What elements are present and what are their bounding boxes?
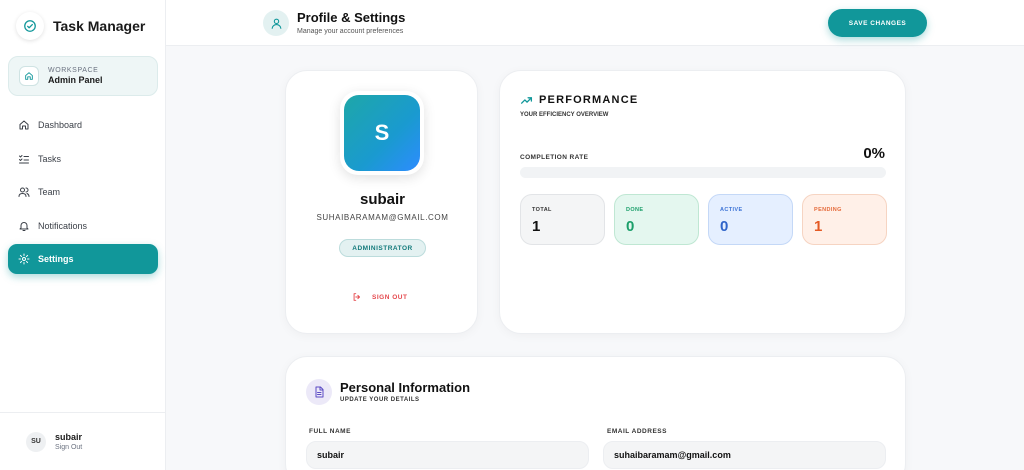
trending-up-icon xyxy=(520,97,533,104)
avatar-initial: S xyxy=(344,95,420,171)
bell-icon xyxy=(19,221,29,231)
list-icon xyxy=(19,154,29,163)
stat-label: DONE xyxy=(626,207,644,213)
sidebar-item-label: Settings xyxy=(38,254,74,264)
profile-card: S subair SUHAIBARAMAM@GMAIL.COM ADMINIST… xyxy=(285,70,478,334)
personal-info-card: Personal Information UPDATE YOUR DETAILS… xyxy=(285,356,906,470)
profile-avatar[interactable]: S xyxy=(340,91,424,175)
stat-pending[interactable]: PENDING 1 xyxy=(802,194,887,245)
sidebar-item-dashboard[interactable]: Dashboard xyxy=(8,110,158,140)
stat-label: TOTAL xyxy=(532,207,552,213)
sidebar-item-tasks[interactable]: Tasks xyxy=(8,144,158,174)
avatar: SU xyxy=(26,431,46,452)
completion-rate-value: 0% xyxy=(863,145,885,162)
stat-value: 1 xyxy=(532,218,541,235)
email-input[interactable] xyxy=(603,441,886,469)
home-icon xyxy=(19,120,29,130)
workspace-label: WORKSPACE xyxy=(48,67,99,74)
page-subtitle: Manage your account preferences xyxy=(297,28,404,35)
stat-total[interactable]: TOTAL 1 xyxy=(520,194,605,245)
stat-value: 1 xyxy=(814,218,823,235)
sidebar-item-label: Tasks xyxy=(38,153,62,164)
sign-out-label: SIGN OUT xyxy=(372,293,408,301)
logo-icon xyxy=(16,12,44,40)
gear-icon xyxy=(18,253,30,265)
workspace-switcher[interactable]: WORKSPACE Admin Panel xyxy=(8,56,158,96)
save-changes-button[interactable]: SAVE CHANGES xyxy=(828,9,927,37)
stat-value: 0 xyxy=(720,218,729,235)
stat-done[interactable]: DONE 0 xyxy=(614,194,699,245)
sidebar-item-notifications[interactable]: Notifications xyxy=(8,211,158,241)
performance-subtitle: YOUR EFFICIENCY OVERVIEW xyxy=(520,112,609,118)
full-name-label: FULL NAME xyxy=(309,428,351,435)
brand[interactable]: Task Manager xyxy=(16,12,145,40)
page-header: Profile & Settings Manage your account p… xyxy=(166,0,1024,46)
stat-label: PENDING xyxy=(814,207,842,213)
completion-progress-bar xyxy=(520,167,886,178)
users-icon xyxy=(18,187,30,197)
app-title: Task Manager xyxy=(53,18,146,34)
performance-title: PERFORMANCE xyxy=(539,94,639,106)
sidebar: Task Manager WORKSPACE Admin Panel Dashb… xyxy=(0,0,166,470)
document-icon xyxy=(306,379,332,405)
sidebar-item-label: Team xyxy=(38,187,61,197)
user-icon xyxy=(263,10,289,36)
stat-active[interactable]: ACTIVE 0 xyxy=(708,194,793,245)
section-title: Personal Information xyxy=(340,380,471,395)
stat-label: ACTIVE xyxy=(720,207,743,213)
role-badge: ADMINISTRATOR xyxy=(339,239,426,257)
sign-out-link[interactable]: Sign Out xyxy=(55,444,82,451)
workspace-name: Admin Panel xyxy=(48,75,103,85)
performance-card: PERFORMANCE YOUR EFFICIENCY OVERVIEW COM… xyxy=(499,70,906,334)
logout-icon xyxy=(353,293,360,301)
profile-email: SUHAIBARAMAM@GMAIL.COM xyxy=(316,213,449,222)
profile-name: subair xyxy=(359,191,405,208)
sign-out-button[interactable]: SIGN OUT xyxy=(352,292,407,302)
sidebar-item-team[interactable]: Team xyxy=(8,177,158,207)
sidebar-item-label: Notifications xyxy=(38,220,88,231)
user-footer[interactable]: SU subair Sign Out xyxy=(0,412,166,470)
completion-rate-label: COMPLETION RATE xyxy=(520,154,589,161)
page-title: Profile & Settings xyxy=(297,10,406,25)
sidebar-item-settings[interactable]: Settings xyxy=(8,244,158,274)
section-subtitle: UPDATE YOUR DETAILS xyxy=(340,397,420,403)
home-icon xyxy=(19,66,39,86)
user-name: subair xyxy=(55,432,83,442)
sidebar-item-label: Dashboard xyxy=(38,120,83,130)
email-label: EMAIL ADDRESS xyxy=(607,428,667,435)
stat-value: 0 xyxy=(626,218,635,235)
sidebar-nav: Dashboard Tasks Team Notifications Setti… xyxy=(8,110,158,278)
full-name-input[interactable] xyxy=(306,441,589,469)
